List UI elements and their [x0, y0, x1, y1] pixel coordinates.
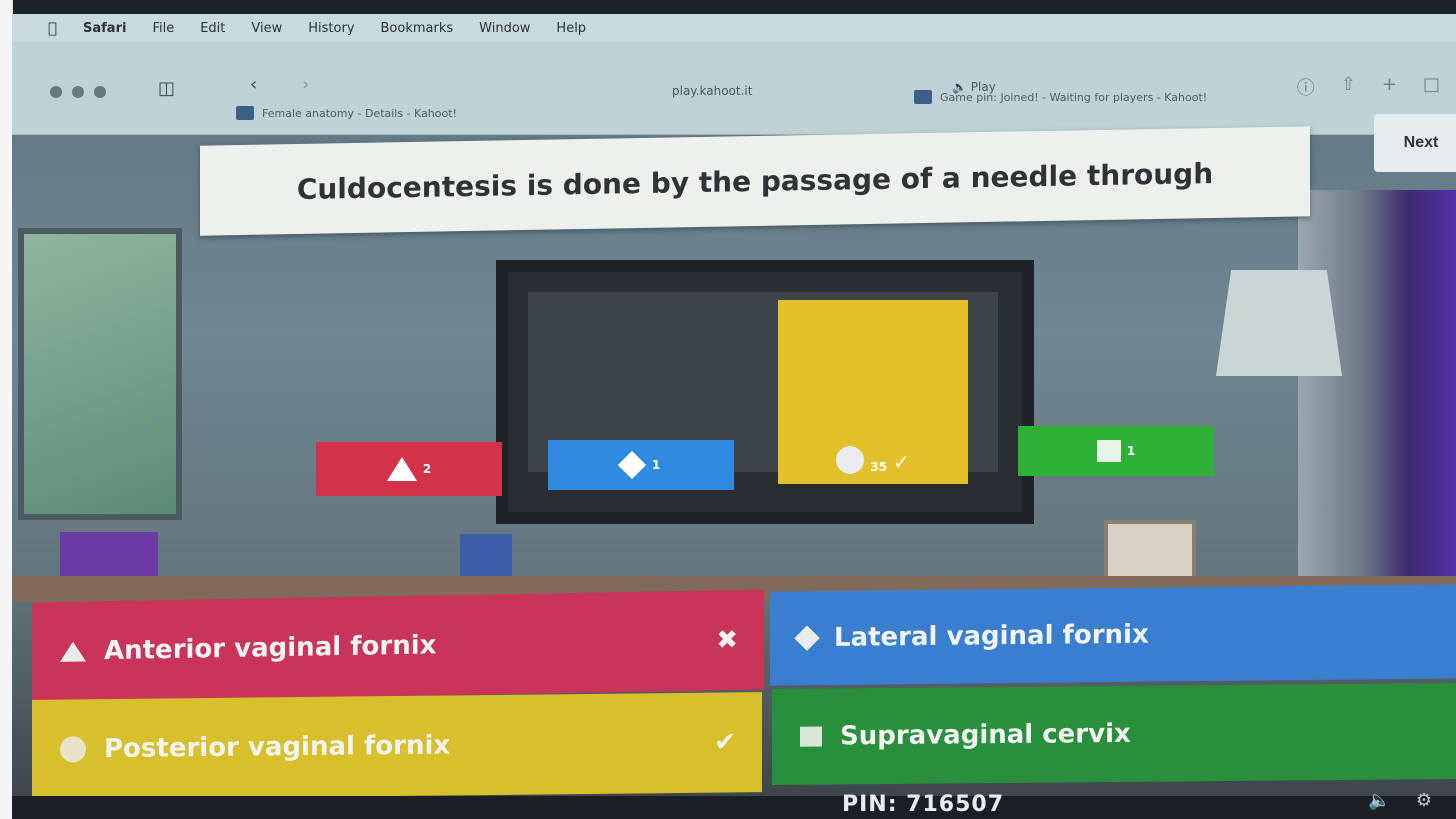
menu-file[interactable]: File [152, 21, 174, 36]
room-window-illustration [18, 228, 182, 520]
apple-icon[interactable]:  [48, 19, 57, 37]
tab-game-pin[interactable]: Game pin: Joined! - Waiting for players … [914, 90, 1207, 104]
result-count: 35 [870, 460, 887, 474]
game-footer: PIN: 716507 🔈 ⚙ [12, 790, 1456, 819]
curtain-illustration [1298, 190, 1456, 610]
forward-icon[interactable]: › [302, 74, 309, 95]
diamond-icon [617, 450, 646, 480]
zoom-window-icon[interactable] [94, 86, 106, 98]
result-count: 1 [1126, 444, 1136, 458]
menu-app-name[interactable]: Safari [83, 21, 126, 36]
answer-label: Anterior vaginal fornix [104, 630, 437, 667]
sidebar-icon[interactable]: ◫ [158, 78, 175, 99]
triangle-icon [60, 641, 86, 662]
volume-icon[interactable]: 🔈 [1368, 790, 1390, 811]
answer-square[interactable]: Supravaginal cervix [772, 683, 1456, 785]
kahoot-favicon-icon [914, 90, 932, 104]
result-bar-triangle: 2 [316, 442, 502, 496]
new-tab-icon[interactable]: + [1382, 74, 1397, 100]
window-controls [50, 86, 106, 98]
menu-bookmarks[interactable]: Bookmarks [381, 21, 454, 36]
lamp-illustration [1216, 270, 1342, 376]
question-banner: Culdocentesis is done by the passage of … [200, 126, 1310, 236]
kahoot-favicon-icon [236, 106, 254, 120]
toolbar-right-icons: ⓘ ⇧ + □ [1297, 74, 1440, 100]
menu-bar:  Safari File Edit View History Bookmark… [12, 14, 1456, 42]
footer-icons: 🔈 ⚙ [1368, 790, 1432, 811]
menu-edit[interactable]: Edit [200, 21, 225, 36]
answer-circle[interactable]: Posterior vaginal fornix ✔ [32, 692, 762, 800]
triangle-icon [386, 457, 417, 481]
box-illustration [60, 532, 158, 578]
tab-label: Game pin: Joined! - Waiting for players … [940, 90, 1208, 104]
result-count: 1 [651, 458, 661, 472]
menu-view[interactable]: View [251, 21, 282, 36]
incorrect-x-icon: ✖ [716, 625, 738, 656]
back-icon[interactable]: ‹ [250, 74, 257, 95]
result-bar-circle: 35 ✓ [778, 300, 968, 484]
result-bar-square: 1 [1018, 426, 1214, 476]
circle-icon [836, 446, 865, 474]
correct-check-icon: ✓ [892, 450, 910, 474]
tab-label: Female anatomy - Details - Kahoot! [262, 106, 457, 120]
close-window-icon[interactable] [50, 86, 62, 98]
answer-label: Lateral vaginal fornix [834, 619, 1149, 653]
result-count: 2 [422, 462, 432, 476]
answer-label: Posterior vaginal fornix [104, 730, 451, 765]
diamond-icon [794, 625, 820, 651]
downloads-icon[interactable]: ⓘ [1297, 74, 1315, 100]
browser-toolbar: ◫ ‹ › play.kahoot.it 🔈 Play ⓘ ⇧ + □ Fema… [12, 42, 1456, 135]
game-pin-text: PIN: 716507 [842, 792, 1005, 817]
menu-window[interactable]: Window [479, 21, 530, 36]
projected-screen:  Safari File Edit View History Bookmark… [12, 14, 1456, 819]
share-icon[interactable]: ⇧ [1341, 74, 1356, 100]
square-icon [800, 726, 822, 747]
answer-triangle[interactable]: Anterior vaginal fornix ✖ [32, 589, 764, 703]
address-bar[interactable]: play.kahoot.it [672, 84, 752, 98]
settings-icon[interactable]: ⚙ [1416, 790, 1432, 811]
menu-help[interactable]: Help [556, 21, 586, 36]
menu-history[interactable]: History [308, 21, 354, 36]
question-text: Culdocentesis is done by the passage of … [296, 156, 1214, 206]
result-bar-diamond: 1 [548, 440, 734, 490]
tab-overview-icon[interactable]: □ [1423, 74, 1440, 100]
correct-check-icon: ✔ [714, 727, 736, 758]
minimize-window-icon[interactable] [72, 86, 84, 98]
answer-label: Supravaginal cervix [840, 718, 1131, 752]
next-button[interactable]: Next [1374, 114, 1456, 172]
answer-diamond[interactable]: Lateral vaginal fornix [770, 584, 1456, 686]
tab-female-anatomy[interactable]: Female anatomy - Details - Kahoot! [236, 106, 457, 120]
square-icon [1096, 440, 1121, 462]
circle-icon [60, 736, 86, 763]
